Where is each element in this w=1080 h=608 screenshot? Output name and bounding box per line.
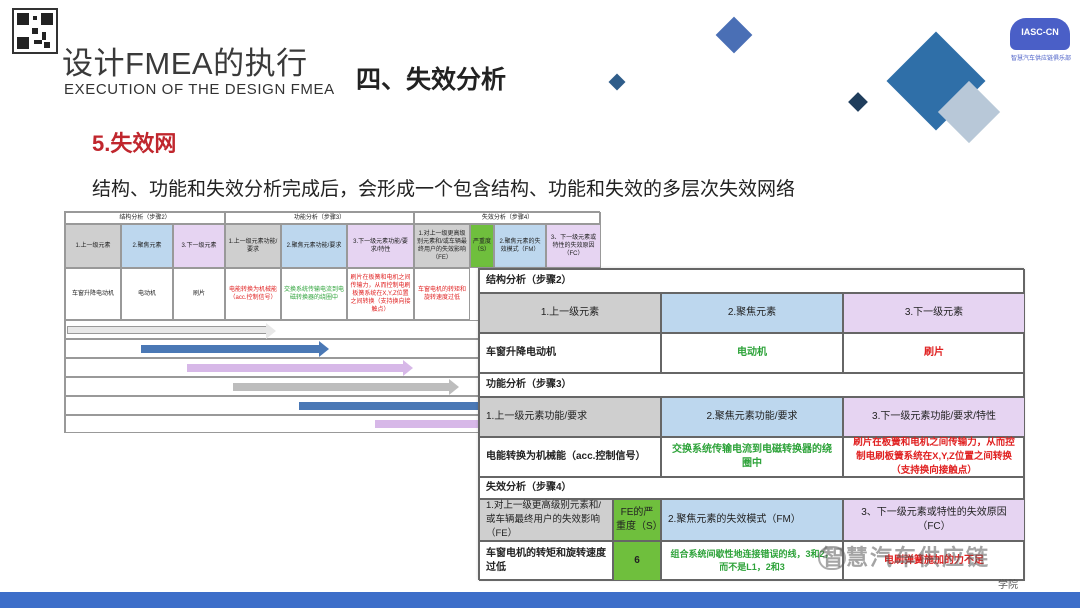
back-col-header: 2.聚焦元素的失效模式（FM） (494, 224, 546, 268)
qr-code (12, 8, 58, 54)
back-cell: 刷片在板簧和电机之间传输力，从而控制电刷板簧系统在X,Y,Z位置之间转换（支持换… (347, 268, 414, 320)
slide-heading: 5.失效网 (92, 131, 177, 156)
failure-header: 3、下一级元素或特性的失效原因（FC） (843, 499, 1025, 541)
page-subtitle: EXECUTION OF THE DESIGN FMEA (64, 81, 335, 98)
back-group-function: 功能分析（步骤3） (225, 212, 414, 224)
back-group-failure: 失效分析（步骤4） (414, 212, 601, 224)
structure-header: 2.聚焦元素 (661, 293, 843, 333)
brand-logo: IASC-CN 智慧汽车供应链俱乐部 (1010, 18, 1072, 72)
page-title: 设计FMEA的执行 (62, 46, 308, 81)
back-col-header: 1.上一级元素 (65, 224, 121, 268)
arrow-grey (67, 323, 276, 339)
front-fmea-table: 结构分析（步骤2） 1.上一级元素 2.聚焦元素 3.下一级元素 车窗升降电动机… (478, 268, 1025, 581)
bottom-bar (0, 592, 1080, 608)
back-col-header: 严重度（S） (470, 224, 494, 268)
function-section-title: 功能分析（步骤3） (479, 373, 1025, 397)
back-group-structure: 结构分析（步骤2） (65, 212, 225, 224)
back-col-header: 3、下一级元素或特性的失效原因（FC） (546, 224, 601, 268)
back-col-header: 2.聚焦元素功能/要求 (281, 224, 347, 268)
decor-diamond-1 (715, 16, 753, 54)
back-cell: 交换系统传输电流到电磁转换器的绕圈中 (281, 268, 347, 320)
failure-header: 1.对上一级更高级别元素和/或车辆最终用户的失效影响（FE） (479, 499, 613, 541)
severity-value: 6 (613, 541, 661, 581)
failure-value: 组合系统间歇性地连接错误的线，3和2，而不是L1，2和3 (661, 541, 843, 581)
car-icon: IASC-CN (1010, 18, 1070, 50)
function-header: 1.上一级元素功能/要求 (479, 397, 661, 437)
logo-caption: 智慧汽车供应链俱乐部 (1010, 56, 1071, 62)
back-cell: 车窗电机的转矩和旋转速度过低 (414, 268, 470, 320)
back-cell: 电动机 (121, 268, 173, 320)
back-col-header: 2.聚焦元素 (121, 224, 173, 268)
structure-header: 3.下一级元素 (843, 293, 1025, 333)
function-value: 交换系统传输电流到电磁转换器的绕圈中 (661, 437, 843, 477)
intro-text: 结构、功能和失效分析完成后，会形成一个包含结构、功能和失效的多层次失效网络 (92, 179, 796, 200)
function-header: 3.下一级元素功能/要求/特性 (843, 397, 1025, 437)
decor-diamond-5 (848, 92, 868, 112)
logo-text: IASC-CN (1021, 27, 1059, 37)
back-col-header: 3.下一级元素 (173, 224, 225, 268)
back-col-header: 1.上一级元素功能/要求 (225, 224, 281, 268)
back-col-header: 3.下一级元素功能/要求/特性 (347, 224, 414, 268)
arrow-grey (233, 379, 459, 395)
watermark: 智慧汽车供应链 (822, 545, 991, 570)
failure-header: 2.聚焦元素的失效模式（FM） (661, 499, 843, 541)
function-value: 电能转换为机械能（acc.控制信号） (479, 437, 661, 477)
back-cell: 刷片 (173, 268, 225, 320)
decor-diamond-2 (608, 73, 626, 91)
arrow-violet (187, 360, 413, 376)
failure-value: 车窗电机的转矩和旋转速度过低 (479, 541, 613, 581)
structure-value: 电动机 (661, 333, 843, 373)
watermark-small: 学院 (998, 580, 1018, 591)
function-value: 刷片在板簧和电机之间传输力，从而控制电刷板簧系统在X,Y,Z位置之间转换（支持换… (843, 437, 1025, 477)
failure-header: FE的严重度（S） (613, 499, 663, 541)
back-cell: 车窗升降电动机 (65, 268, 121, 320)
function-header: 2.聚焦元素功能/要求 (661, 397, 843, 437)
failure-section-title: 失效分析（步骤4） (479, 477, 1025, 499)
section-title: 四、失效分析 (356, 66, 507, 94)
structure-header: 1.上一级元素 (479, 293, 661, 333)
structure-value: 刷片 (843, 333, 1025, 373)
back-cell: 电能转换为机械能（acc.控制信号） (225, 268, 281, 320)
arrow-blue (141, 341, 329, 357)
structure-value: 车窗升降电动机 (479, 333, 661, 373)
structure-section-title: 结构分析（步骤2） (479, 269, 1025, 293)
back-col-header: 1.对上一级更高级别元素和/或车辆最终用户的失效影响（FE） (414, 224, 470, 268)
